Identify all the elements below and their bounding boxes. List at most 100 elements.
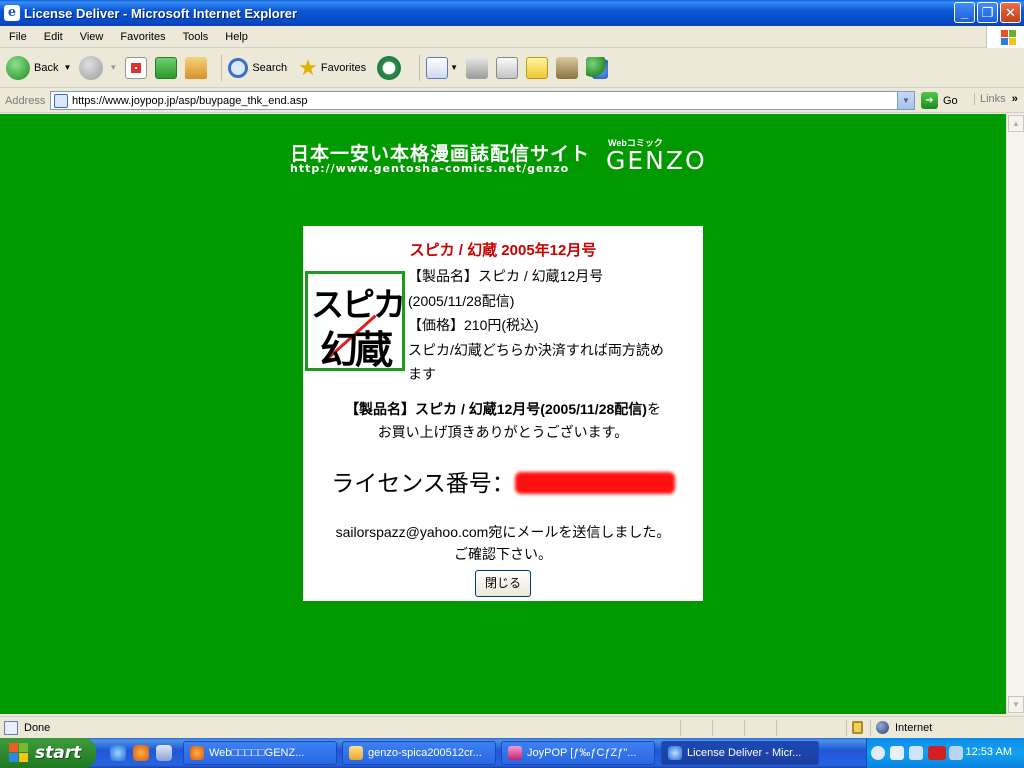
status-divider	[680, 720, 681, 736]
messenger-button[interactable]	[586, 53, 609, 83]
joypop-icon	[508, 746, 522, 760]
go-button[interactable]: ➔ Go	[921, 92, 958, 109]
status-text: Done	[24, 721, 51, 734]
refresh-button[interactable]	[155, 53, 178, 83]
banner-url: http://www.gentosha-comics.net/genzo	[290, 162, 570, 175]
close-window-button[interactable]: ✕	[1000, 2, 1021, 23]
back-dropdown-icon[interactable]: ▼	[63, 63, 71, 72]
back-arrow-icon	[6, 55, 30, 80]
quicklaunch-desktop-icon[interactable]	[156, 745, 172, 761]
taskbar-clock[interactable]: 12:53 AM	[966, 746, 1012, 758]
links-chevron-icon[interactable]: »	[1012, 93, 1018, 105]
history-button[interactable]	[377, 53, 405, 83]
status-bar: Done Internet	[0, 716, 1024, 738]
research-icon	[556, 56, 579, 79]
links-toolbar[interactable]: Links »	[974, 93, 1018, 105]
taskbar: start Web□□□□□GENZ... genzo-spica200512c…	[0, 738, 1024, 768]
product-date: (2005/11/28配信)	[408, 292, 515, 309]
back-button[interactable]: Back ▼	[6, 53, 71, 83]
address-label: Address	[5, 94, 46, 107]
forward-button[interactable]: ▼	[79, 53, 117, 83]
mail-icon	[426, 56, 449, 79]
address-url[interactable]: https://www.joypop.jp/asp/buypage_thk_en…	[72, 95, 307, 107]
tray-ati-icon[interactable]	[928, 746, 946, 760]
minimize-button[interactable]: _	[954, 2, 975, 23]
taskbar-item-joypop[interactable]: JoyPOP [ƒ‰ƒCƒZƒ"...	[501, 741, 655, 765]
refresh-icon	[155, 56, 178, 79]
window-controls: _ ❐ ✕	[954, 2, 1021, 23]
taskbar-item-firefox[interactable]: Web□□□□□GENZ...	[183, 741, 337, 765]
links-label: Links	[980, 93, 1006, 105]
firefox-icon	[190, 746, 204, 760]
menu-help[interactable]: Help	[216, 31, 256, 43]
thanks-product: 【製品名】スピカ / 幻蔵12月号(2005/11/28配信)	[345, 401, 647, 417]
forward-arrow-icon	[79, 55, 104, 80]
menu-tools[interactable]: Tools	[174, 31, 217, 43]
menu-favorites[interactable]: Favorites	[111, 31, 173, 43]
address-input[interactable]: https://www.joypop.jp/asp/buypage_thk_en…	[50, 91, 915, 110]
product-note-cont: ます	[408, 366, 436, 382]
messenger-icon	[586, 56, 609, 79]
status-divider	[712, 720, 713, 736]
product-heading: スピカ / 幻蔵 2005年12月号	[409, 242, 597, 259]
product-name: 【製品名】スピカ / 幻蔵12月号	[408, 268, 604, 284]
scroll-down-icon[interactable]: ▼	[1008, 696, 1024, 713]
taskbar-item-folder[interactable]: genzo-spica200512cr...	[342, 741, 496, 765]
menu-bar: File Edit View Favorites Tools Help	[0, 26, 1024, 48]
stop-button[interactable]	[125, 53, 148, 83]
discuss-button[interactable]	[526, 53, 549, 83]
product-info: 【製品名】スピカ / 幻蔵12月号 (2005/11/28配信) 【価格】210…	[408, 264, 703, 387]
taskbar-item-license-deliver[interactable]: License Deliver - Micr...	[661, 741, 819, 765]
tray-network-icon[interactable]	[890, 746, 904, 760]
mail-dropdown-icon[interactable]: ▼	[450, 63, 458, 72]
tray-expand-icon[interactable]	[871, 746, 885, 760]
forward-dropdown-icon[interactable]: ▼	[109, 63, 117, 72]
close-page-button[interactable]: 閉じる	[475, 570, 531, 597]
research-button[interactable]	[556, 53, 579, 83]
security-zone[interactable]: Internet	[876, 721, 932, 734]
mail-sent-message: sailorspazz@yahoo.com宛にメールを送信しました。 ご確認下さ…	[303, 521, 703, 565]
printer-icon	[466, 56, 489, 79]
system-tray: 12:53 AM	[866, 738, 1024, 768]
menu-file[interactable]: File	[0, 31, 35, 43]
tray-volume-icon[interactable]	[909, 746, 923, 760]
genzo-banner[interactable]: 日本一安い本格漫画誌配信サイト http://www.gentosha-comi…	[290, 136, 720, 176]
thumbnail-title-genzo: 幻蔵	[320, 327, 393, 371]
print-button[interactable]	[466, 53, 489, 83]
favorites-button[interactable]: ★ Favorites	[298, 53, 369, 83]
note-icon	[526, 56, 549, 79]
mail-button[interactable]: ▼	[426, 53, 458, 83]
edit-button[interactable]	[496, 53, 519, 83]
thanks-particle: を	[646, 401, 661, 417]
start-button[interactable]: start	[0, 738, 96, 768]
status-divider	[744, 720, 745, 736]
mail-sent-line1: sailorspazz@yahoo.com宛にメールを送信しました。	[335, 524, 671, 540]
quicklaunch-firefox-icon[interactable]	[133, 745, 149, 761]
edit-page-icon	[496, 56, 519, 79]
purchase-confirmation-card: スピカ / 幻蔵 2005年12月号 スピカ 幻蔵 【製品名】スピカ / 幻蔵1…	[303, 226, 703, 601]
taskbar-item-label: Web□□□□□GENZ...	[209, 747, 305, 759]
menu-view[interactable]: View	[71, 31, 112, 43]
stop-icon	[125, 56, 148, 79]
status-divider	[776, 720, 777, 736]
status-divider	[846, 720, 847, 736]
vertical-scrollbar[interactable]: ▲ ▼	[1006, 114, 1024, 714]
secure-lock-icon[interactable]	[852, 721, 863, 734]
search-button[interactable]: Search	[228, 53, 290, 83]
mail-sent-line2: ご確認下さい。	[454, 546, 552, 562]
quicklaunch-ie-icon[interactable]	[110, 745, 126, 761]
thanks-line2: お買い上げ頂きありがとうございます。	[377, 424, 629, 440]
home-button[interactable]	[185, 53, 208, 83]
star-icon: ★	[298, 54, 318, 80]
taskbar-item-label: License Deliver - Micr...	[687, 747, 802, 759]
scroll-up-icon[interactable]: ▲	[1008, 115, 1024, 132]
search-icon	[228, 57, 249, 78]
zone-label: Internet	[895, 721, 933, 734]
history-icon	[377, 55, 402, 80]
tray-display-icon[interactable]	[949, 746, 963, 760]
menu-edit[interactable]: Edit	[35, 31, 71, 43]
maximize-button[interactable]: ❐	[977, 2, 998, 23]
genzo-logo: GENZO	[606, 146, 707, 175]
address-dropdown-icon[interactable]: ▼	[897, 92, 914, 109]
title-bar[interactable]: e License Deliver - Microsoft Internet E…	[0, 0, 1024, 26]
